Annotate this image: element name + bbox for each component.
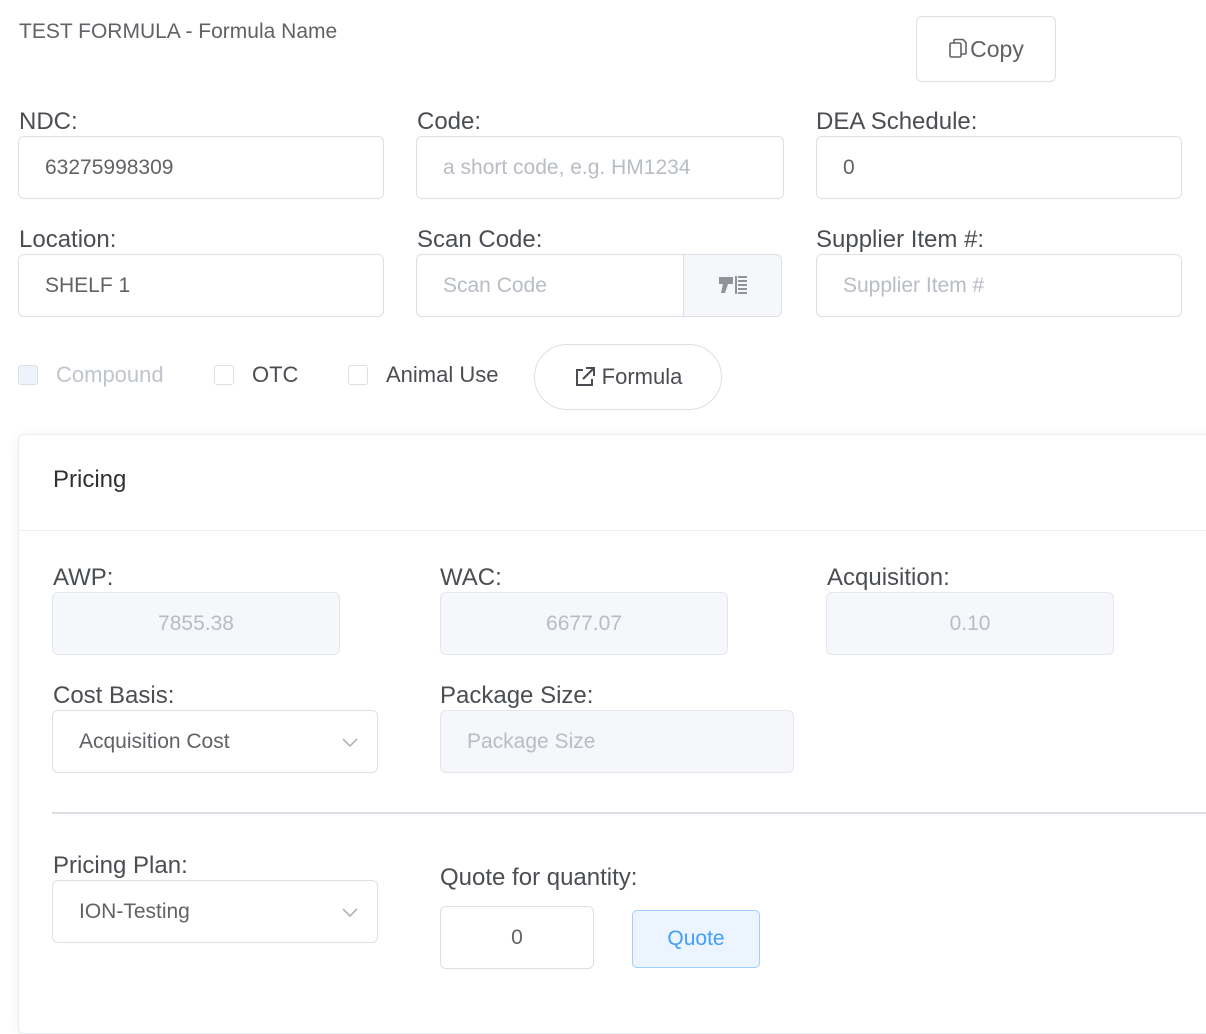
animal-use-checkbox-label: Animal Use [386,362,499,387]
supplier-item-placeholder: Supplier Item # [843,273,985,297]
pricing-plan-value: ION-Testing [79,899,190,923]
code-placeholder: a short code, e.g. HM1234 [443,155,691,179]
copy-icon [949,38,967,58]
chevron-down-icon [342,738,358,748]
awp-value: 7855.38 [158,611,234,635]
ndc-input[interactable]: 63275998309 [18,136,384,199]
location-input[interactable]: SHELF 1 [18,254,384,317]
pricing-card-header: Pricing [19,435,1206,531]
code-input[interactable]: a short code, e.g. HM1234 [416,136,784,199]
pricing-plan-label: Pricing Plan: [53,852,188,879]
copy-button-label: Copy [970,35,1024,62]
wac-value: 6677.07 [546,611,622,635]
otc-checkbox-box[interactable] [214,365,234,385]
cost-basis-label: Cost Basis: [53,682,175,709]
external-link-icon [575,367,595,386]
quote-quantity-value: 0 [511,925,523,949]
package-size-placeholder: Package Size [467,729,596,753]
formula-button[interactable]: Formula [534,344,722,410]
quote-quantity-input[interactable]: 0 [440,906,594,969]
wac-label: WAC: [440,564,502,591]
supplier-item-input[interactable]: Supplier Item # [816,254,1182,317]
scan-code-input[interactable]: Scan Code [416,254,684,317]
pricing-plan-select[interactable]: ION-Testing [52,880,378,943]
awp-input: 7855.38 [52,592,340,655]
compound-checkbox[interactable]: Compound [18,362,164,388]
formula-button-label: Formula [601,364,683,389]
chevron-down-icon [342,908,358,918]
barcode-scanner-icon [718,275,747,294]
otc-checkbox-label: OTC [252,362,299,387]
scan-code-label: Scan Code: [417,226,543,253]
scan-code-placeholder: Scan Code [443,273,547,297]
location-label: Location: [19,226,117,253]
supplier-item-label: Supplier Item #: [816,226,985,253]
animal-use-checkbox[interactable]: Animal Use [348,362,498,388]
acquisition-input: 0.10 [826,592,1114,655]
dea-schedule-value: 0 [843,155,855,179]
scan-button[interactable] [683,254,782,317]
cost-basis-select[interactable]: Acquisition Cost [52,710,378,773]
code-label: Code: [417,108,482,135]
cost-basis-value: Acquisition Cost [79,729,230,753]
quote-quantity-label: Quote for quantity: [440,864,638,891]
quote-button[interactable]: Quote [632,910,760,968]
ndc-value: 63275998309 [45,155,174,179]
package-size-input: Package Size [440,710,794,773]
pricing-divider [52,812,1206,814]
location-value: SHELF 1 [45,273,131,297]
compound-checkbox-box[interactable] [18,365,38,385]
animal-use-checkbox-box[interactable] [348,365,368,385]
page-title: TEST FORMULA - Formula Name [19,20,338,43]
acquisition-label: Acquisition: [827,564,950,591]
compound-checkbox-label: Compound [56,362,164,387]
pricing-title: Pricing [53,466,127,493]
dea-schedule-label: DEA Schedule: [816,108,978,135]
wac-input: 6677.07 [440,592,728,655]
package-size-label: Package Size: [440,682,594,709]
otc-checkbox[interactable]: OTC [214,362,298,388]
dea-schedule-input[interactable]: 0 [816,136,1182,199]
copy-button[interactable]: Copy [916,16,1056,82]
awp-label: AWP: [53,564,114,591]
ndc-label: NDC: [19,108,78,135]
acquisition-value: 0.10 [949,611,991,635]
quote-button-label: Quote [667,927,725,950]
